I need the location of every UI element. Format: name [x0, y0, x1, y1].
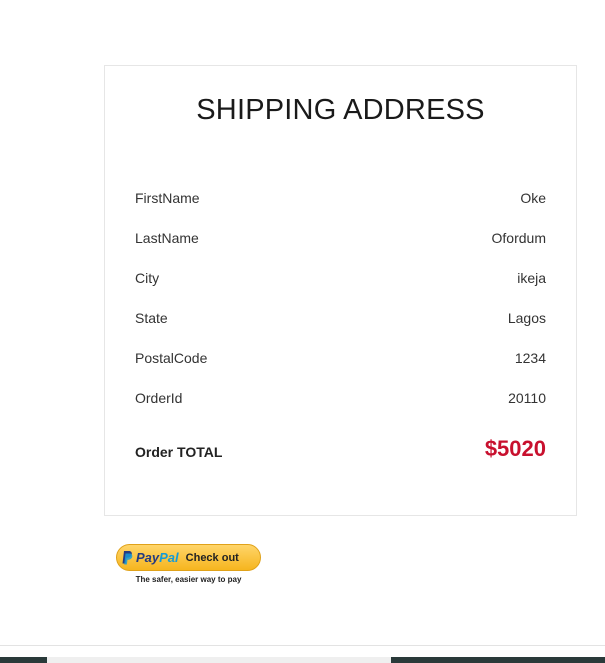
footer-segment-left — [0, 657, 47, 663]
paypal-logo-pay: Pay — [136, 550, 160, 565]
field-label: State — [135, 310, 168, 326]
field-row-firstname: FirstName Oke — [135, 187, 546, 209]
order-total-row: Order TOTAL $5020 — [135, 434, 546, 464]
paypal-checkout-label: Check out — [185, 551, 239, 564]
paypal-logo-text: PayPal — [136, 550, 179, 565]
field-value: 1234 — [514, 350, 546, 366]
paypal-tagline: The safer, easier way to pay — [135, 575, 242, 584]
card-title: SHIPPING ADDRESS — [196, 94, 485, 126]
field-value: Oke — [520, 190, 546, 206]
field-row-state: State Lagos — [135, 307, 546, 329]
field-value: ikeja — [517, 270, 546, 286]
footer-divider — [0, 645, 605, 646]
footer-segment-right — [391, 657, 605, 663]
paypal-checkout-button[interactable]: PayPal Check out — [116, 544, 261, 571]
footer-segment-center — [47, 657, 391, 663]
order-total-value: $5020 — [484, 436, 546, 461]
field-label: City — [135, 270, 160, 286]
field-row-orderid: OrderId 20110 — [135, 387, 546, 409]
shipping-address-card: SHIPPING ADDRESS FirstName Oke LastName … — [104, 65, 577, 516]
field-label: LastName — [135, 230, 199, 246]
paypal-icon — [122, 550, 133, 565]
field-label: PostalCode — [135, 350, 208, 366]
field-row-lastname: LastName Ofordum — [135, 227, 546, 249]
field-label: FirstName — [135, 190, 200, 206]
order-total-label: Order TOTAL — [135, 444, 223, 460]
footer-bar — [0, 657, 605, 663]
field-value: Lagos — [507, 310, 546, 326]
field-value: Ofordum — [491, 230, 546, 246]
field-row-postalcode: PostalCode 1234 — [135, 347, 546, 369]
paypal-checkout: PayPal Check out The safer, easier way t… — [116, 544, 263, 584]
field-value: 20110 — [508, 390, 546, 406]
field-label: OrderId — [135, 390, 183, 406]
field-row-city: City ikeja — [135, 267, 546, 289]
paypal-logo-pal: Pal — [159, 550, 179, 565]
